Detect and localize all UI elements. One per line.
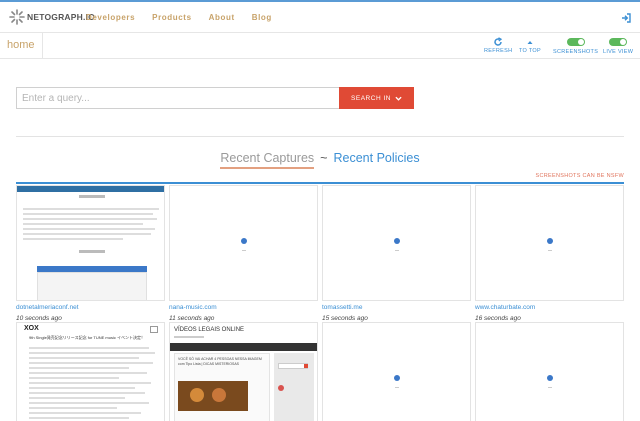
home-link[interactable]: home bbox=[0, 33, 43, 59]
capture-card[interactable]: dotnetalmeriaconf.net 10 seconds ago bbox=[16, 185, 165, 322]
capture-thumbnail[interactable] bbox=[322, 185, 471, 301]
nav-developers[interactable]: Developers bbox=[86, 13, 135, 22]
tab-separator: ~ bbox=[320, 151, 328, 165]
screenshots-toggle[interactable]: SCREENSHOTS bbox=[553, 37, 598, 55]
capture-time: 10 seconds ago bbox=[16, 315, 62, 322]
netograph-logo-icon bbox=[9, 9, 25, 25]
top-navbar: NETOGRAPH.IO Developers Products About B… bbox=[0, 0, 640, 33]
refresh-icon bbox=[494, 37, 503, 46]
brand-name: NETOGRAPH.IO bbox=[27, 12, 95, 22]
nav-products[interactable]: Products bbox=[152, 13, 191, 22]
capture-site-link[interactable]: nana-music.com bbox=[169, 304, 318, 311]
arrow-up-icon bbox=[527, 41, 533, 44]
main-nav: Developers Products About Blog bbox=[86, 13, 289, 22]
live-view-toggle[interactable]: LIVE VIEW bbox=[603, 37, 633, 55]
toggle-on-icon bbox=[609, 38, 628, 46]
capture-time: 15 seconds ago bbox=[322, 315, 368, 322]
capture-thumbnail[interactable] bbox=[475, 322, 624, 421]
chevron-down-icon bbox=[395, 96, 402, 101]
capture-thumbnail[interactable] bbox=[169, 185, 318, 301]
refresh-button[interactable]: REFRESH bbox=[484, 37, 512, 54]
loading-dot-icon bbox=[241, 238, 247, 244]
capture-card[interactable] bbox=[475, 322, 624, 421]
screenshots-label: SCREENSHOTS bbox=[553, 49, 599, 55]
toggle-on-icon bbox=[566, 38, 585, 46]
capture-thumbnail[interactable] bbox=[322, 322, 471, 421]
capture-thumbnail[interactable] bbox=[475, 185, 624, 301]
capture-site-link[interactable]: dotnetalmeriaconf.net bbox=[16, 304, 165, 311]
capture-thumbnail[interactable] bbox=[16, 185, 165, 301]
sub-toolbar: home REFRESH TO TOP SCREENSHOTS LIVE VIE… bbox=[0, 33, 640, 59]
thumb-headline: 9th Single発売記念リリース記念 for TUNE music イベント… bbox=[29, 335, 145, 340]
search-in-label: SEARCH IN bbox=[351, 94, 391, 102]
thumb-post-title: VOCÊ SÓ VAI ACHAR 4 PESSOAS NESSA IMAGEM… bbox=[178, 357, 262, 366]
loading-dot-icon bbox=[394, 375, 400, 381]
search-bar: SEARCH IN bbox=[16, 87, 414, 109]
thumb-site-title: VÍDEOS LEGAIS ONLINE bbox=[174, 327, 245, 333]
brand-logo[interactable]: NETOGRAPH.IO bbox=[9, 9, 95, 25]
capture-card[interactable]: nana-music.com 11 seconds ago bbox=[169, 185, 318, 322]
refresh-label: REFRESH bbox=[484, 48, 513, 54]
tab-recent-policies[interactable]: Recent Policies bbox=[333, 151, 419, 165]
capture-card[interactable]: XOX 9th Single発売記念リリース記念 for TUNE music … bbox=[16, 322, 165, 421]
to-top-button[interactable]: TO TOP bbox=[519, 37, 541, 54]
capture-card[interactable]: VÍDEOS LEGAIS ONLINE VOCÊ SÓ VAI ACHAR 4… bbox=[169, 322, 318, 421]
capture-time: 11 seconds ago bbox=[169, 315, 215, 322]
divider bbox=[16, 136, 624, 137]
nsfw-warning: SCREENSHOTS CAN BE NSFW bbox=[535, 173, 624, 179]
capture-site-link[interactable]: tomassetti.me bbox=[322, 304, 471, 311]
capture-card[interactable]: tomassetti.me 15 seconds ago bbox=[322, 185, 471, 322]
search-input[interactable] bbox=[16, 87, 339, 109]
login-icon[interactable] bbox=[621, 13, 631, 23]
section-rule bbox=[16, 182, 624, 184]
thumb-logo: XOX bbox=[24, 325, 39, 332]
capture-site-link[interactable]: www.chaturbate.com bbox=[475, 304, 624, 311]
nav-blog[interactable]: Blog bbox=[252, 13, 272, 22]
loading-dot-icon bbox=[547, 238, 553, 244]
loading-dot-icon bbox=[547, 375, 553, 381]
to-top-label: TO TOP bbox=[519, 48, 541, 54]
capture-thumbnail[interactable]: XOX 9th Single発売記念リリース記念 for TUNE music … bbox=[16, 322, 165, 421]
capture-card[interactable] bbox=[322, 322, 471, 421]
capture-thumbnail[interactable]: VÍDEOS LEGAIS ONLINE VOCÊ SÓ VAI ACHAR 4… bbox=[169, 322, 318, 421]
loading-dot-icon bbox=[394, 238, 400, 244]
capture-time: 16 seconds ago bbox=[475, 315, 521, 322]
live-view-label: LIVE VIEW bbox=[603, 49, 634, 55]
tab-recent-captures[interactable]: Recent Captures bbox=[220, 151, 315, 169]
capture-tabs: Recent Captures ~ Recent Policies bbox=[0, 151, 640, 169]
capture-card[interactable]: www.chaturbate.com 16 seconds ago bbox=[475, 185, 624, 322]
search-in-button[interactable]: SEARCH IN bbox=[339, 87, 414, 109]
nav-about[interactable]: About bbox=[209, 13, 235, 22]
